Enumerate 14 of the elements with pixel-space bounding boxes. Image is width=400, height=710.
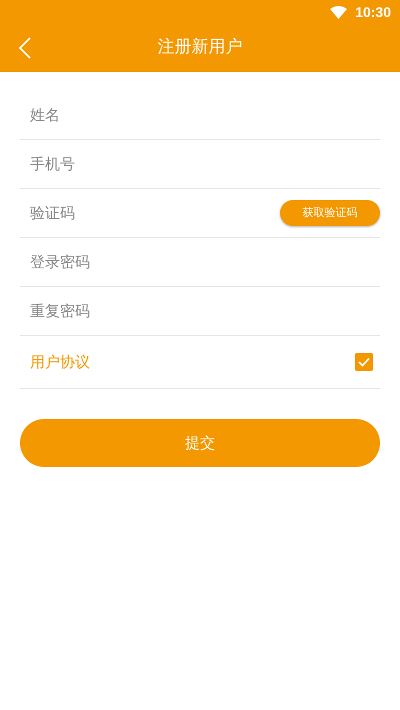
back-icon bbox=[19, 37, 31, 59]
user-agreement-link[interactable]: 用户协议 bbox=[30, 350, 90, 374]
input-field[interactable]: 姓名 bbox=[30, 97, 380, 133]
input-field[interactable]: 验证码 bbox=[30, 195, 280, 231]
get-code-button[interactable]: 获取验证码 bbox=[280, 200, 380, 226]
agreement-checkbox[interactable] bbox=[355, 353, 373, 371]
page-title: 注册新用户 bbox=[158, 36, 242, 60]
input-field[interactable]: 登录密码 bbox=[30, 244, 380, 280]
input-field[interactable]: 重复密码 bbox=[30, 293, 380, 329]
check-icon bbox=[358, 357, 370, 367]
input-field[interactable]: 手机号 bbox=[30, 146, 380, 182]
status-time: 10:30 bbox=[355, 2, 391, 22]
submit-button[interactable]: 提交 bbox=[20, 419, 380, 467]
wifi-icon bbox=[330, 6, 348, 18]
